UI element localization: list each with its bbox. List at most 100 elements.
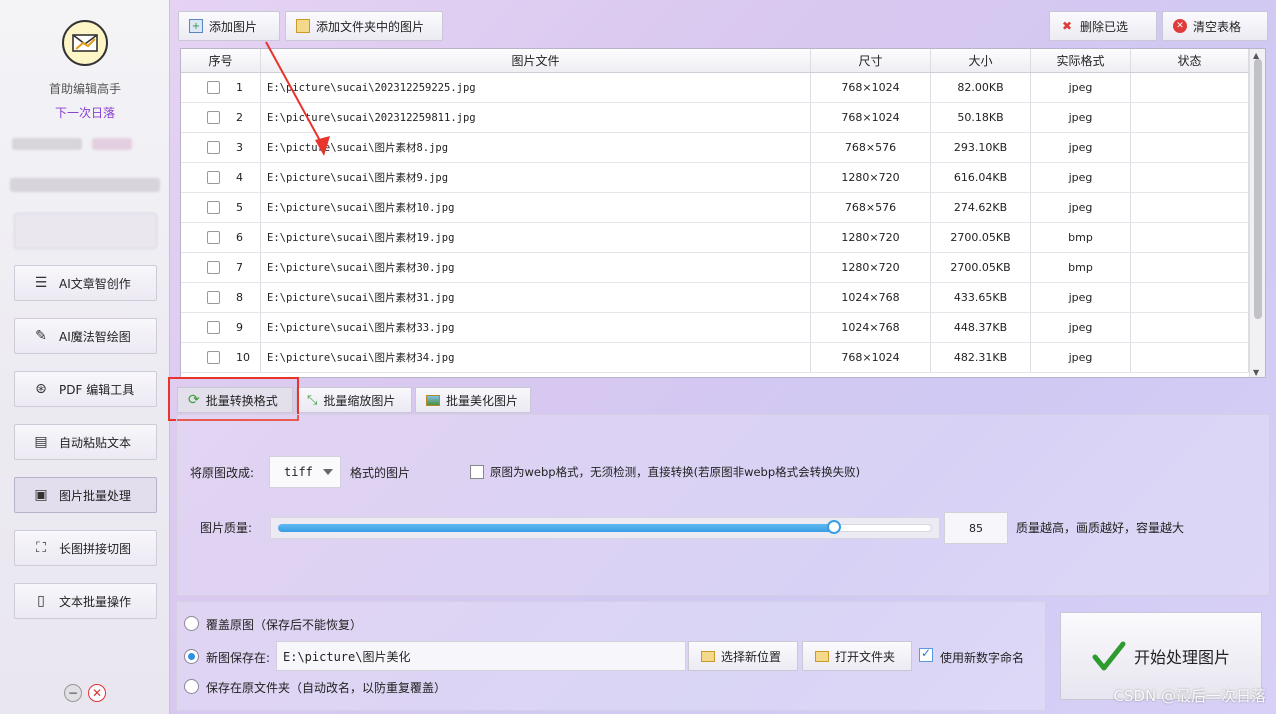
col-header-status[interactable]: 状态 [1131,49,1249,72]
nav-ai-draw[interactable]: ✎ AI魔法智绘图 [14,318,157,354]
file-path-cell: E:\picture\sucai\图片素材31.jpg [261,283,811,312]
webp-checkbox[interactable] [470,465,484,479]
quality-slider-fill [278,524,834,532]
picture-icon [426,394,440,406]
format-cell: jpeg [1031,163,1131,192]
convert-options-panel [176,414,1270,596]
status-cell [1131,193,1249,222]
dimensions-cell: 768×576 [811,193,931,222]
format-cell: jpeg [1031,103,1131,132]
row-number: 8 [236,291,243,304]
quality-slider-rest [833,524,932,532]
table-row[interactable]: 9 E:\picture\sucai\图片素材33.jpg 1024×768 448.… [181,313,1265,343]
col-header-file[interactable]: 图片文件 [261,49,811,72]
row-checkbox[interactable] [207,81,220,94]
dimensions-cell: 1024×768 [811,283,931,312]
chevron-down-icon [323,469,333,475]
row-number: 6 [236,231,243,244]
blurred-info [14,213,157,249]
col-header-bytes[interactable]: 大小 [931,49,1031,72]
dimensions-cell: 1280×720 [811,253,931,282]
nav-label: 长图拼接切图 [59,541,132,556]
quality-slider-thumb[interactable] [826,520,841,534]
numeric-name-label: 使用新数字命名 [940,651,1025,665]
row-number: 3 [236,141,243,154]
table-scrollbar[interactable]: ▲ ▼ [1249,49,1265,377]
clear-icon: ✕ [1173,19,1187,33]
format-cell: bmp [1031,253,1131,282]
file-path-cell: E:\picture\sucai\图片素材8.jpg [261,133,811,162]
add-folder-button[interactable]: 添加文件夹中的图片 [285,11,443,41]
format-suffix-label: 格式的图片 [350,466,411,480]
quality-hint: 质量越高，画质越好，容量越大 [1016,521,1185,535]
row-checkbox[interactable] [207,141,220,154]
app-logo [62,20,108,66]
close-icon[interactable]: ✕ [88,684,106,702]
choose-location-button[interactable]: 选择新位置 [688,641,798,671]
nav-label: 图片批量处理 [59,488,132,503]
save-in-source-radio[interactable] [184,679,199,694]
row-number-cell: 10 [181,343,261,372]
format-cell: jpeg [1031,133,1131,162]
format-cell: jpeg [1031,73,1131,102]
save-new-radio[interactable] [184,649,199,664]
table-row[interactable]: 1 E:\picture\sucai\202312259225.jpg 768×10… [181,73,1265,103]
table-row[interactable]: 4 E:\picture\sucai\图片素材9.jpg 1280×720 616.0… [181,163,1265,193]
file-path-cell: E:\picture\sucai\图片素材33.jpg [261,313,811,342]
nav-text-batch[interactable]: ▯ 文本批量操作 [14,583,157,619]
row-checkbox[interactable] [207,351,220,364]
watermark: CSDN @最后一次日落 [1113,687,1266,705]
row-number: 1 [236,81,243,94]
row-checkbox[interactable] [207,111,220,124]
row-checkbox[interactable] [207,321,220,334]
quality-value-input[interactable]: 85 [944,512,1008,544]
file-size-cell: 274.62KB [931,193,1031,222]
table-row[interactable]: 2 E:\picture\sucai\202312259811.jpg 768×10… [181,103,1265,133]
status-cell [1131,133,1249,162]
text-icon: ▯ [37,593,45,609]
table-row[interactable]: 8 E:\picture\sucai\图片素材31.jpg 1024×768 433.… [181,283,1265,313]
resize-icon: ⤡ [307,392,318,408]
row-checkbox[interactable] [207,261,220,274]
row-number-cell: 7 [181,253,261,282]
nav-pdf-tool[interactable]: ⊛ PDF 编辑工具 [14,371,157,407]
scroll-down-icon[interactable]: ▼ [1253,368,1259,377]
nav-long-image[interactable]: ⛶ 长图拼接切图 [14,530,157,566]
table-row[interactable]: 5 E:\picture\sucai\图片素材10.jpg 768×576 274.6… [181,193,1265,223]
open-folder-button[interactable]: 打开文件夹 [802,641,912,671]
row-checkbox[interactable] [207,291,220,304]
nav-auto-paste[interactable]: ▤ 自动粘贴文本 [14,424,157,460]
table-row[interactable]: 10 E:\picture\sucai\图片素材34.jpg 768×1024 482… [181,343,1265,373]
col-header-no[interactable]: 序号 [181,49,261,72]
brush-icon: ✎ [35,328,47,344]
overwrite-radio[interactable] [184,616,199,631]
dimensions-cell: 768×576 [811,133,931,162]
blurred-info [10,178,160,192]
folder-icon [815,650,829,662]
format-select[interactable]: tiff [269,456,341,488]
tab-batch-beautify[interactable]: 批量美化图片 [415,387,531,413]
clear-table-button[interactable]: ✕ 清空表格 [1162,11,1268,41]
pdf-icon: ⊛ [35,381,47,397]
save-path-field[interactable]: E:\picture\图片美化 [276,641,686,671]
tab-label: 批量美化图片 [446,393,519,408]
table-row[interactable]: 7 E:\picture\sucai\图片素材30.jpg 1280×720 2700… [181,253,1265,283]
delete-selected-button[interactable]: ✖ 删除已选 [1049,11,1157,41]
scroll-thumb[interactable] [1254,59,1262,319]
tab-batch-resize[interactable]: ⤡ 批量缩放图片 [296,387,412,413]
row-checkbox[interactable] [207,201,220,214]
file-path-cell: E:\picture\sucai\图片素材30.jpg [261,253,811,282]
row-checkbox[interactable] [207,231,220,244]
nav-image-batch[interactable]: ▣ 图片批量处理 [14,477,157,513]
table-row[interactable]: 3 E:\picture\sucai\图片素材8.jpg 768×576 293.10… [181,133,1265,163]
row-checkbox[interactable] [207,171,220,184]
minimize-icon[interactable]: − [64,684,82,702]
table-row[interactable]: 6 E:\picture\sucai\图片素材19.jpg 1280×720 2700… [181,223,1265,253]
numeric-name-checkbox[interactable] [919,646,933,662]
file-path-cell: E:\picture\sucai\图片素材34.jpg [261,343,811,372]
col-header-size[interactable]: 尺寸 [811,49,931,72]
paste-icon: ▤ [34,434,48,450]
col-header-format[interactable]: 实际格式 [1031,49,1131,72]
add-image-button[interactable]: + 添加图片 [178,11,280,41]
nav-ai-article[interactable]: ☰ AI文章智创作 [14,265,157,301]
